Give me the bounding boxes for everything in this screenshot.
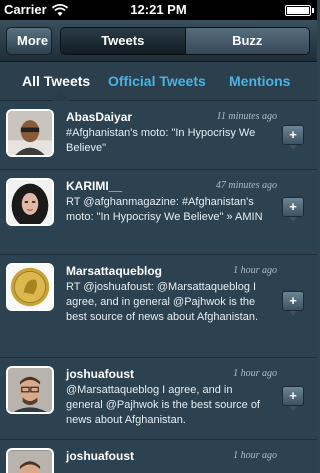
tweet-row[interactable]: joshuafoust 1 hour ago <box>0 440 317 473</box>
avatar-image <box>8 180 52 224</box>
tweet-row[interactable]: KARIMI__ 47 minutes ago RT @afghanmagazi… <box>0 170 317 255</box>
tweet-text: RT @afghanmagazine: #Afghanistan's moto:… <box>66 196 263 223</box>
segment-buzz[interactable]: Buzz <box>184 28 309 54</box>
avatar-image <box>8 450 52 473</box>
avatar-image <box>8 111 52 155</box>
tweet-row[interactable]: AbasDaiyar 11 minutes ago #Afghanistan's… <box>0 101 317 170</box>
battery-icon <box>285 5 314 16</box>
tweet-text: @Marsattaqueblog I agree, and in general… <box>66 384 260 426</box>
tab-official-tweets[interactable]: Official Tweets <box>108 73 206 89</box>
tweet-username[interactable]: Marsattaqueblog <box>66 264 162 278</box>
tweet-timestamp: 1 hour ago <box>233 368 277 379</box>
tweet-timestamp: 1 hour ago <box>233 265 277 276</box>
reply-button[interactable]: + <box>282 386 304 411</box>
active-tab-pointer <box>52 92 70 101</box>
view-segmented-control: Tweets Buzz <box>60 27 310 55</box>
avatar-image <box>8 265 52 309</box>
avatar[interactable] <box>6 448 54 473</box>
reply-button[interactable]: + <box>282 125 304 150</box>
tweet-username[interactable]: joshuafoust <box>66 367 134 381</box>
tab-mentions[interactable]: Mentions <box>229 73 290 89</box>
status-bar: Carrier 12:21 PM <box>0 0 317 20</box>
tweet-username[interactable]: joshuafoust <box>66 449 134 463</box>
avatar[interactable] <box>6 263 54 311</box>
reply-button[interactable]: + <box>282 291 304 316</box>
avatar[interactable] <box>6 178 54 226</box>
tweet-row[interactable]: joshuafoust 1 hour ago @Marsattaqueblog … <box>0 358 317 440</box>
tweet-username[interactable]: KARIMI__ <box>66 179 122 193</box>
tweet-timestamp: 1 hour ago <box>233 450 277 461</box>
more-back-button[interactable]: More <box>6 27 52 55</box>
nav-bar: More Tweets Buzz <box>0 20 317 62</box>
tweet-username[interactable]: AbasDaiyar <box>66 110 132 124</box>
tweet-row[interactable]: Marsattaqueblog 1 hour ago RT @joshuafou… <box>0 255 317 358</box>
avatar[interactable] <box>6 366 54 414</box>
tab-all-tweets[interactable]: All Tweets <box>22 73 90 89</box>
tweet-timestamp: 11 minutes ago <box>216 111 277 122</box>
clock: 12:21 PM <box>130 2 187 17</box>
reply-button[interactable]: + <box>282 197 304 222</box>
tweet-timestamp: 47 minutes ago <box>215 180 277 191</box>
filter-bar: All Tweets Official Tweets Mentions <box>0 63 317 101</box>
segment-tweets[interactable]: Tweets <box>61 28 185 54</box>
tweet-text: #Afghanistan's moto: "In Hypocrisy We Be… <box>66 127 256 154</box>
tweet-list[interactable]: AbasDaiyar 11 minutes ago #Afghanistan's… <box>0 101 317 473</box>
avatar-image <box>8 368 52 412</box>
avatar[interactable] <box>6 109 54 157</box>
tweet-text: RT @joshuafoust: @Marsattaqueblog I agre… <box>66 281 259 323</box>
